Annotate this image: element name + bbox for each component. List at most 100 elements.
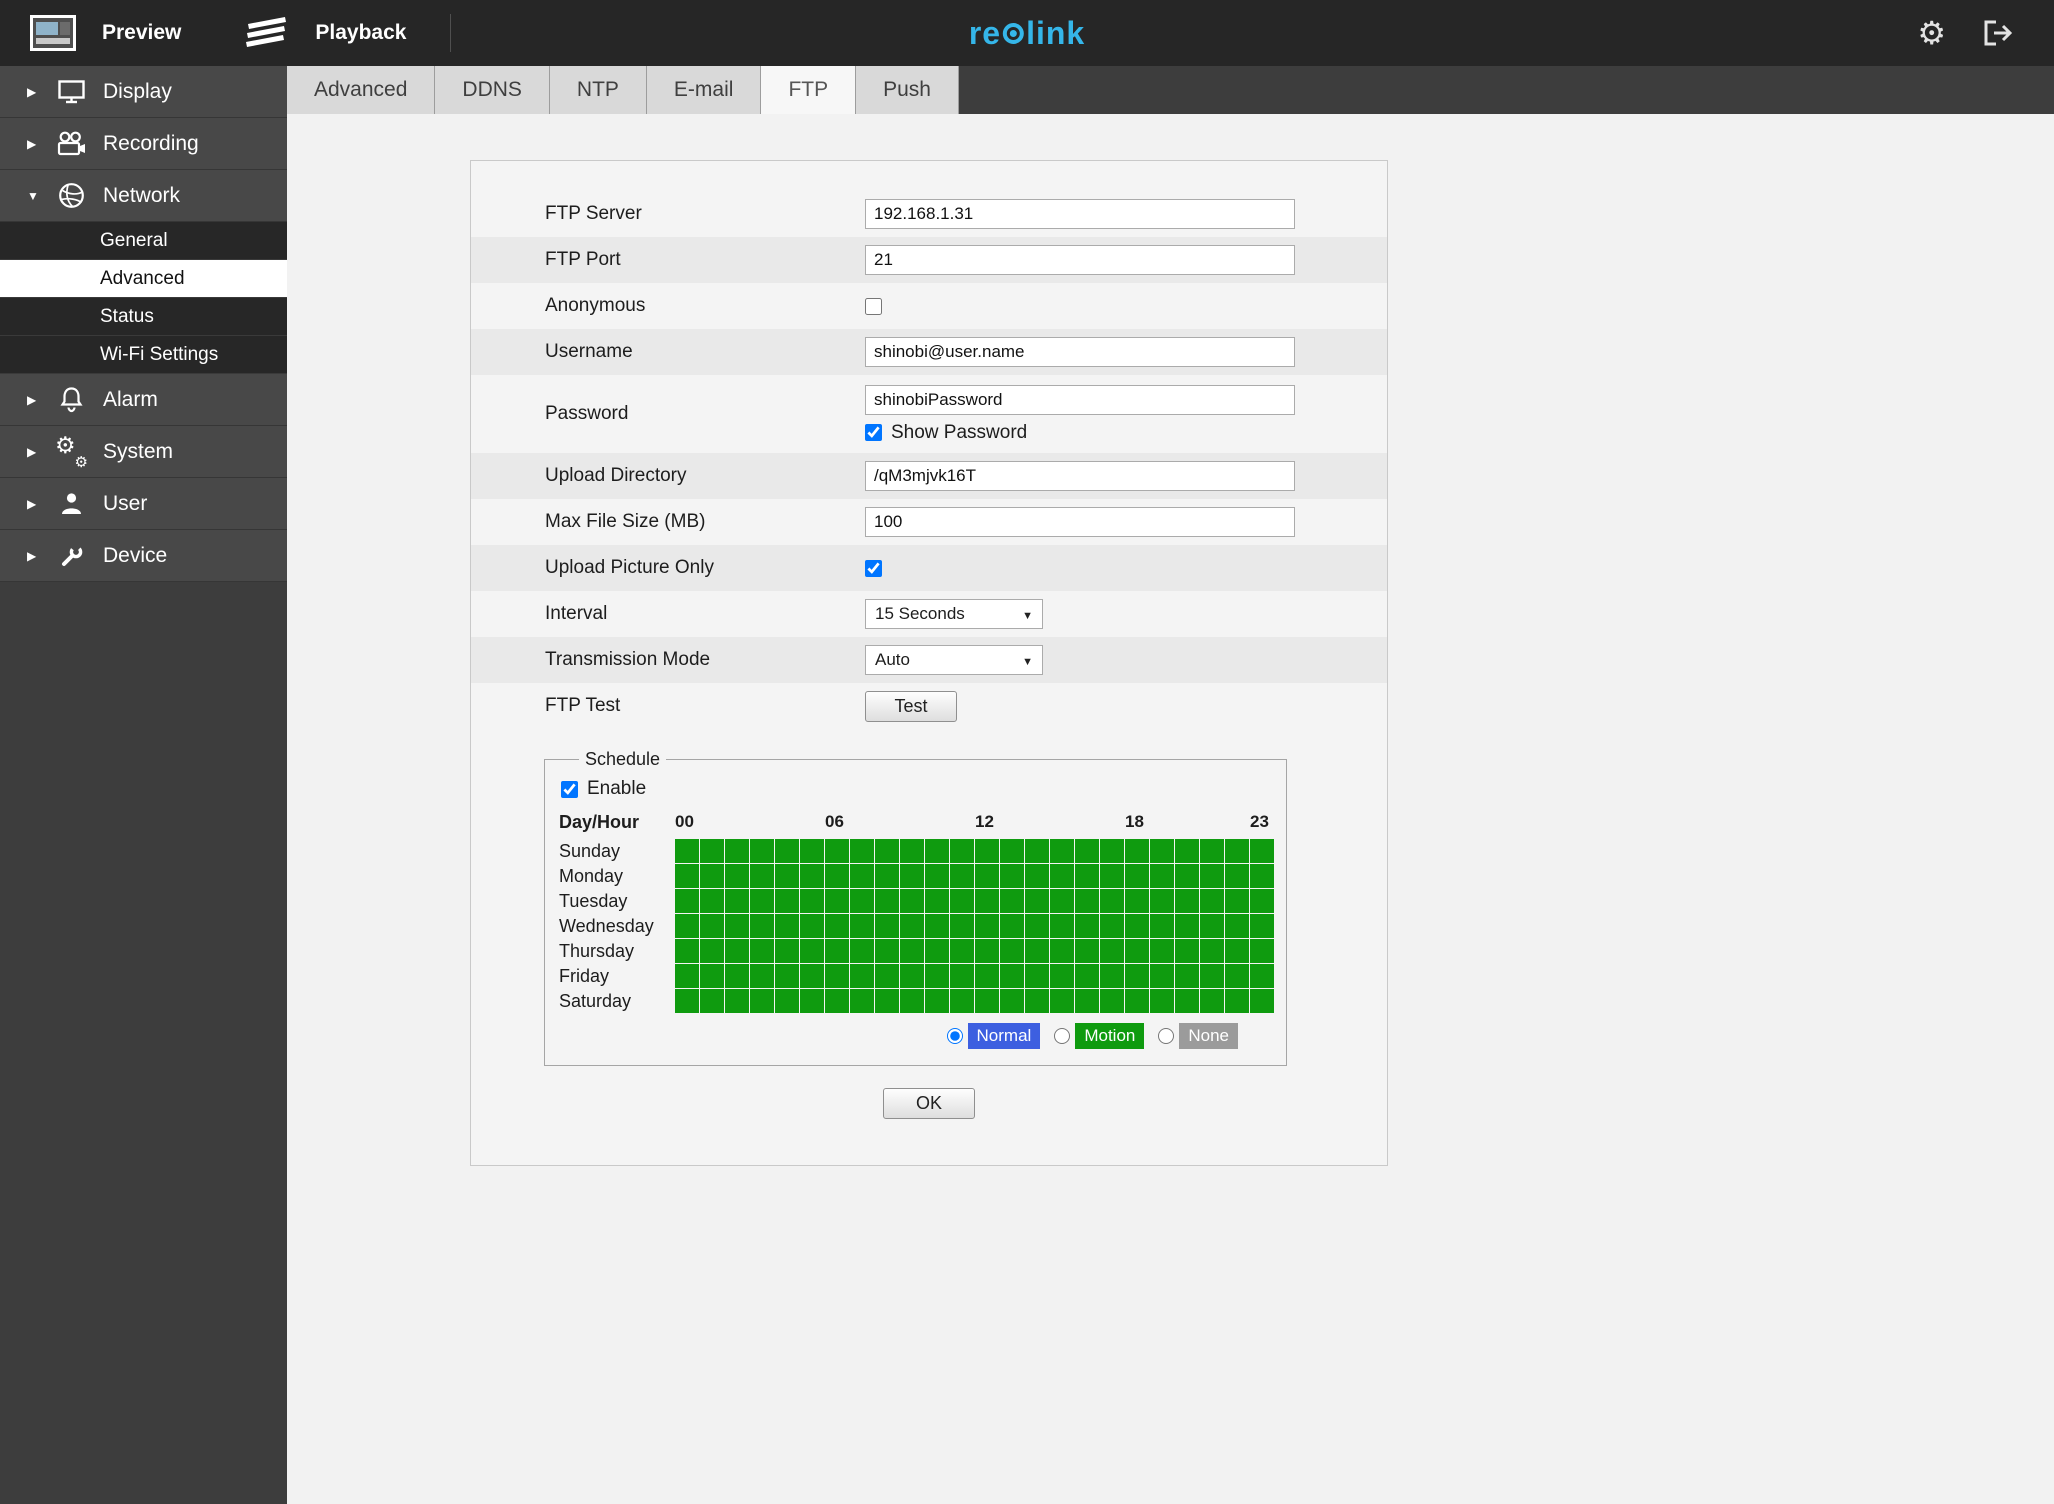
schedule-cell[interactable] [1225, 989, 1249, 1013]
schedule-cell[interactable] [950, 914, 974, 938]
schedule-cell[interactable] [1225, 889, 1249, 913]
sidebar-subitem-general[interactable]: General [0, 222, 287, 260]
schedule-cell[interactable] [1175, 989, 1199, 1013]
schedule-cell[interactable] [1100, 964, 1124, 988]
schedule-cell[interactable] [825, 914, 849, 938]
schedule-cell[interactable] [1050, 839, 1074, 863]
upload-picture-only-checkbox[interactable] [865, 559, 882, 577]
schedule-cell[interactable] [825, 939, 849, 963]
schedule-cell[interactable] [1125, 939, 1149, 963]
schedule-cell[interactable] [925, 989, 949, 1013]
schedule-cell[interactable] [875, 939, 899, 963]
schedule-cell[interactable] [1250, 889, 1274, 913]
schedule-cell[interactable] [850, 864, 874, 888]
mode-radio-normal[interactable] [946, 1028, 963, 1044]
schedule-cell[interactable] [1225, 864, 1249, 888]
schedule-cell[interactable] [800, 889, 824, 913]
schedule-cell[interactable] [1075, 889, 1099, 913]
logout-icon[interactable] [1982, 19, 2014, 47]
schedule-cell[interactable] [1000, 839, 1024, 863]
schedule-cell[interactable] [1100, 914, 1124, 938]
schedule-cell[interactable] [1250, 914, 1274, 938]
schedule-cell[interactable] [1175, 964, 1199, 988]
schedule-cell[interactable] [1200, 939, 1224, 963]
mode-radio-none[interactable] [1158, 1028, 1175, 1044]
schedule-cell[interactable] [725, 839, 749, 863]
schedule-cell[interactable] [825, 889, 849, 913]
schedule-cell[interactable] [950, 939, 974, 963]
schedule-cell[interactable] [1075, 964, 1099, 988]
schedule-cell[interactable] [850, 839, 874, 863]
schedule-cell[interactable] [1150, 989, 1174, 1013]
schedule-cell[interactable] [1250, 864, 1274, 888]
schedule-cell[interactable] [1075, 914, 1099, 938]
schedule-cell[interactable] [925, 889, 949, 913]
schedule-cell[interactable] [1150, 964, 1174, 988]
schedule-cell[interactable] [900, 889, 924, 913]
schedule-cell[interactable] [1100, 989, 1124, 1013]
schedule-cell[interactable] [775, 989, 799, 1013]
schedule-cell[interactable] [850, 939, 874, 963]
schedule-cell[interactable] [750, 864, 774, 888]
schedule-cell[interactable] [1200, 864, 1224, 888]
tab-e-mail[interactable]: E-mail [646, 66, 762, 114]
schedule-cell[interactable] [950, 964, 974, 988]
schedule-cell[interactable] [700, 889, 724, 913]
schedule-cell[interactable] [700, 839, 724, 863]
schedule-cell[interactable] [1025, 864, 1049, 888]
schedule-cell[interactable] [1000, 864, 1024, 888]
schedule-cell[interactable] [1050, 939, 1074, 963]
schedule-cell[interactable] [1050, 914, 1074, 938]
schedule-cell[interactable] [725, 864, 749, 888]
sidebar-subitem-wi-fi-settings[interactable]: Wi-Fi Settings [0, 336, 287, 374]
schedule-cell[interactable] [750, 914, 774, 938]
schedule-cell[interactable] [1175, 839, 1199, 863]
schedule-cell[interactable] [800, 839, 824, 863]
schedule-cell[interactable] [925, 839, 949, 863]
schedule-cell[interactable] [825, 864, 849, 888]
settings-gear-icon[interactable] [1917, 17, 1946, 49]
schedule-cell[interactable] [900, 939, 924, 963]
anonymous-checkbox[interactable] [865, 297, 882, 315]
schedule-cell[interactable] [1250, 839, 1274, 863]
schedule-cell[interactable] [775, 864, 799, 888]
schedule-enable-checkbox[interactable] [561, 780, 578, 798]
schedule-cell[interactable] [975, 839, 999, 863]
ftp-test-button[interactable]: Test [865, 690, 957, 722]
tab-ntp[interactable]: NTP [549, 66, 647, 114]
schedule-cell[interactable] [850, 989, 874, 1013]
schedule-cell[interactable] [900, 839, 924, 863]
schedule-cell[interactable] [1025, 939, 1049, 963]
schedule-cell[interactable] [1225, 839, 1249, 863]
schedule-cell[interactable] [800, 864, 824, 888]
ftp-port-input[interactable] [865, 245, 1295, 275]
schedule-cell[interactable] [950, 864, 974, 888]
mode-option-normal[interactable]: Normal [946, 1023, 1041, 1049]
schedule-cell[interactable] [1175, 914, 1199, 938]
tab-advanced[interactable]: Advanced [287, 66, 436, 114]
schedule-cell[interactable] [1200, 964, 1224, 988]
schedule-cell[interactable] [975, 889, 999, 913]
schedule-cell[interactable] [1250, 964, 1274, 988]
tab-push[interactable]: Push [856, 66, 959, 114]
schedule-cell[interactable] [1225, 964, 1249, 988]
schedule-cell[interactable] [850, 889, 874, 913]
schedule-cell[interactable] [675, 964, 699, 988]
schedule-cell[interactable] [1250, 939, 1274, 963]
schedule-cell[interactable] [1050, 889, 1074, 913]
schedule-cell[interactable] [700, 914, 724, 938]
schedule-cell[interactable] [750, 989, 774, 1013]
schedule-cell[interactable] [1000, 989, 1024, 1013]
schedule-cell[interactable] [750, 889, 774, 913]
schedule-cell[interactable] [1125, 964, 1149, 988]
schedule-cell[interactable] [1000, 914, 1024, 938]
schedule-cell[interactable] [675, 889, 699, 913]
schedule-cell[interactable] [675, 939, 699, 963]
schedule-cell[interactable] [975, 914, 999, 938]
schedule-cell[interactable] [1100, 839, 1124, 863]
sidebar-subitem-status[interactable]: Status [0, 298, 287, 336]
schedule-cell[interactable] [1125, 914, 1149, 938]
schedule-cell[interactable] [875, 864, 899, 888]
schedule-cell[interactable] [725, 939, 749, 963]
schedule-cell[interactable] [1075, 864, 1099, 888]
